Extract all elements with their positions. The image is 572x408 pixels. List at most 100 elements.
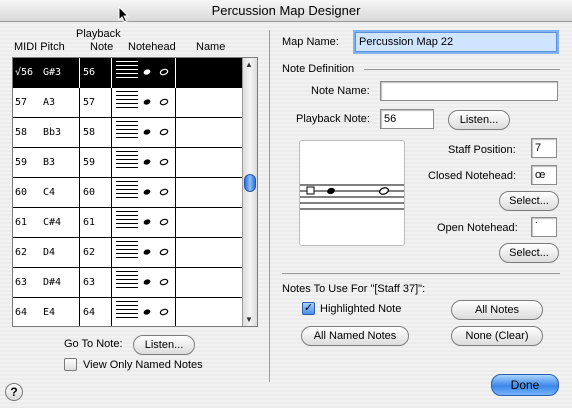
open-notehead-icon bbox=[159, 128, 169, 136]
midi-pitch-cell: 58 bbox=[15, 127, 28, 138]
note-definition-label: Note Definition bbox=[282, 63, 355, 75]
column-divider bbox=[175, 208, 176, 238]
help-button[interactable]: ? bbox=[5, 383, 23, 401]
closed-notehead-icon bbox=[143, 219, 151, 225]
column-divider bbox=[111, 208, 112, 238]
window-title: Percussion Map Designer bbox=[211, 3, 361, 18]
playback-note-cell: 57 bbox=[83, 97, 96, 108]
open-notehead-icon bbox=[159, 278, 169, 286]
closed-notehead-select-button[interactable]: Select... bbox=[499, 191, 559, 211]
column-divider bbox=[175, 298, 176, 326]
note-name-field[interactable] bbox=[380, 81, 558, 101]
midi-pitch-cell: 57 bbox=[15, 97, 28, 108]
midi-pitch-cell: 59 bbox=[15, 157, 28, 168]
mini-staff-icon bbox=[116, 301, 138, 323]
scroll-thumb[interactable] bbox=[244, 174, 256, 192]
midi-pitch-cell: 61 bbox=[15, 217, 28, 228]
column-divider bbox=[79, 238, 80, 268]
open-notehead-icon bbox=[159, 68, 169, 76]
closed-notehead-icon bbox=[143, 159, 151, 165]
left-listen-button[interactable]: Listen... bbox=[133, 335, 195, 355]
table-row[interactable]: √56 G#3 56 bbox=[13, 58, 243, 88]
column-divider bbox=[175, 148, 176, 178]
pitch-name-cell: D4 bbox=[43, 247, 56, 258]
pitch-name-cell: A3 bbox=[43, 97, 56, 108]
column-divider bbox=[111, 148, 112, 178]
playback-note-cell: 63 bbox=[83, 277, 96, 288]
notehead-pair-icon bbox=[143, 308, 169, 316]
go-to-note-label: Go To Note: bbox=[64, 338, 123, 350]
mini-staff-icon bbox=[116, 211, 138, 233]
map-name-label: Map Name: bbox=[282, 36, 339, 48]
column-divider bbox=[175, 58, 176, 88]
mini-staff-icon bbox=[116, 241, 138, 263]
mini-staff-icon bbox=[116, 181, 138, 203]
header-name: Name bbox=[196, 41, 226, 53]
pitch-name-cell: C#4 bbox=[43, 217, 62, 228]
open-notehead-icon bbox=[159, 158, 169, 166]
midi-pitch-cell: √56 bbox=[15, 67, 34, 78]
highlighted-note-checkbox[interactable]: ✓ bbox=[302, 302, 315, 315]
closed-notehead-icon bbox=[143, 279, 151, 285]
table-row[interactable]: 61 C#4 61 bbox=[13, 208, 243, 238]
playback-note-cell: 61 bbox=[83, 217, 96, 228]
midi-pitch-cell: 63 bbox=[15, 277, 28, 288]
closed-notehead-icon bbox=[143, 69, 151, 75]
open-notehead-icon bbox=[159, 98, 169, 106]
view-only-named-checkbox[interactable] bbox=[64, 358, 77, 371]
table-row[interactable]: 64 E4 64 bbox=[13, 298, 243, 326]
scroll-up-arrow-icon[interactable]: ▲ bbox=[245, 60, 253, 69]
pitch-name-cell: E4 bbox=[43, 307, 56, 318]
column-divider bbox=[175, 118, 176, 148]
playback-note-cell: 60 bbox=[83, 187, 96, 198]
highlighted-note-label: Highlighted Note bbox=[320, 303, 402, 315]
staff-position-field[interactable]: 7 bbox=[531, 138, 557, 158]
column-divider bbox=[111, 238, 112, 268]
right-listen-button[interactable]: Listen... bbox=[448, 110, 510, 130]
checkmark-icon: ✓ bbox=[303, 302, 314, 314]
table-row[interactable]: 58 Bb3 58 bbox=[13, 118, 243, 148]
done-button[interactable]: Done bbox=[491, 374, 559, 396]
note-table[interactable]: √56 G#3 56 57 A3 57 58 Bb3 58 59 B3 59 60 C4 60 61 C#4 61… bbox=[12, 57, 258, 327]
help-icon: ? bbox=[10, 385, 18, 399]
pitch-name-cell: B3 bbox=[43, 157, 56, 168]
mouse-cursor-icon bbox=[118, 5, 130, 27]
header-playback-bottom: Note bbox=[90, 41, 114, 53]
header-notehead: Notehead bbox=[128, 41, 176, 53]
header-playback-top: Playback bbox=[76, 28, 121, 40]
table-row[interactable]: 59 B3 59 bbox=[13, 148, 243, 178]
midi-pitch-cell: 60 bbox=[15, 187, 28, 198]
midi-pitch-cell: 62 bbox=[15, 247, 28, 258]
staff-preview bbox=[299, 140, 405, 246]
table-row[interactable]: 62 D4 62 bbox=[13, 238, 243, 268]
table-row[interactable]: 60 C4 60 bbox=[13, 178, 243, 208]
table-row[interactable]: 57 A3 57 bbox=[13, 88, 243, 118]
note-definition-divider bbox=[364, 69, 560, 70]
open-notehead-icon bbox=[159, 188, 169, 196]
table-scrollbar[interactable]: ▲ ▼ bbox=[242, 58, 257, 326]
column-divider bbox=[79, 208, 80, 238]
closed-notehead-icon bbox=[143, 309, 151, 315]
column-divider bbox=[111, 58, 112, 88]
title-bar: Percussion Map Designer bbox=[0, 0, 572, 22]
open-notehead-field[interactable]: ˙ bbox=[531, 217, 557, 237]
table-row[interactable]: 63 D#4 63 bbox=[13, 268, 243, 298]
column-divider bbox=[79, 298, 80, 326]
playback-note-cell: 56 bbox=[83, 67, 96, 78]
open-notehead-select-button[interactable]: Select... bbox=[499, 243, 559, 263]
map-name-field[interactable]: Percussion Map 22 bbox=[355, 32, 557, 52]
none-clear-button[interactable]: None (Clear) bbox=[451, 326, 543, 346]
all-notes-button[interactable]: All Notes bbox=[451, 300, 543, 320]
column-divider bbox=[111, 268, 112, 298]
pitch-name-cell: D#4 bbox=[43, 277, 62, 288]
playback-note-cell: 64 bbox=[83, 307, 96, 318]
pitch-name-cell: Bb3 bbox=[43, 127, 62, 138]
closed-notehead-field[interactable]: œ bbox=[531, 165, 557, 185]
column-divider bbox=[79, 58, 80, 88]
mini-staff-icon bbox=[116, 61, 138, 83]
all-named-notes-button[interactable]: All Named Notes bbox=[301, 326, 409, 346]
column-divider bbox=[79, 148, 80, 178]
playback-note-field[interactable]: 56 bbox=[380, 109, 434, 129]
scroll-down-arrow-icon[interactable]: ▼ bbox=[245, 315, 253, 324]
column-divider bbox=[175, 268, 176, 298]
